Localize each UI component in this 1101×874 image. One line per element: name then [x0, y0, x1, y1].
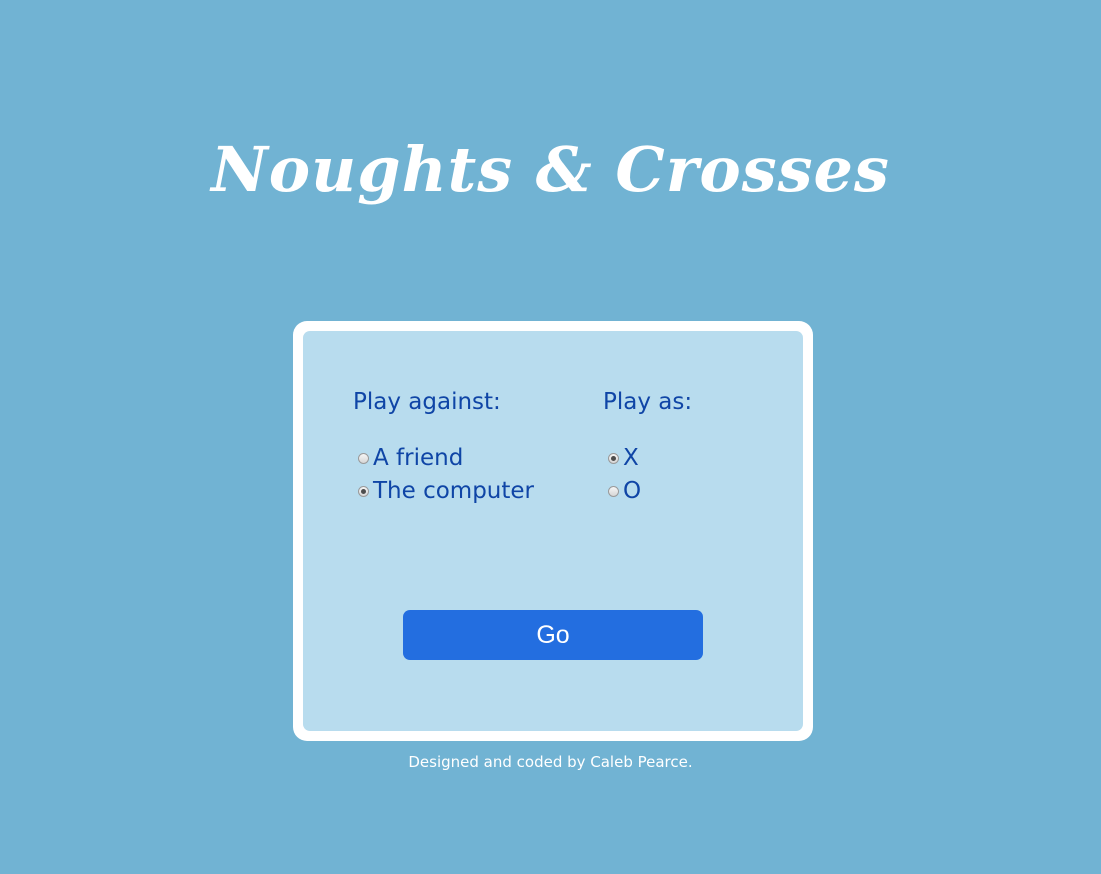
- setup-card: Play against: A friend The computer Play…: [293, 321, 813, 741]
- symbol-x-radio[interactable]: [608, 453, 619, 464]
- symbol-option-x[interactable]: X: [603, 441, 692, 474]
- opponent-label: Play against:: [353, 389, 501, 415]
- opponent-friend-label[interactable]: A friend: [373, 445, 463, 471]
- opponent-computer-label[interactable]: The computer: [373, 478, 534, 504]
- opponent-friend-radio[interactable]: [358, 453, 369, 464]
- symbol-group: Play as: X O: [603, 385, 692, 507]
- symbol-o-radio[interactable]: [608, 486, 619, 497]
- symbol-o-label[interactable]: O: [623, 478, 641, 504]
- setup-card-inner: Play against: A friend The computer Play…: [303, 331, 803, 731]
- opponent-group: Play against: A friend The computer: [353, 385, 534, 507]
- opponent-option-friend[interactable]: A friend: [353, 441, 534, 474]
- symbol-x-label[interactable]: X: [623, 445, 639, 471]
- symbol-label: Play as:: [603, 389, 693, 415]
- page-title: Noughts & Crosses: [211, 133, 890, 206]
- symbol-option-o[interactable]: O: [603, 474, 692, 507]
- go-button[interactable]: Go: [403, 610, 703, 660]
- opponent-option-computer[interactable]: The computer: [353, 474, 534, 507]
- opponent-computer-radio[interactable]: [358, 486, 369, 497]
- footer-credit: Designed and coded by Caleb Pearce.: [408, 753, 693, 771]
